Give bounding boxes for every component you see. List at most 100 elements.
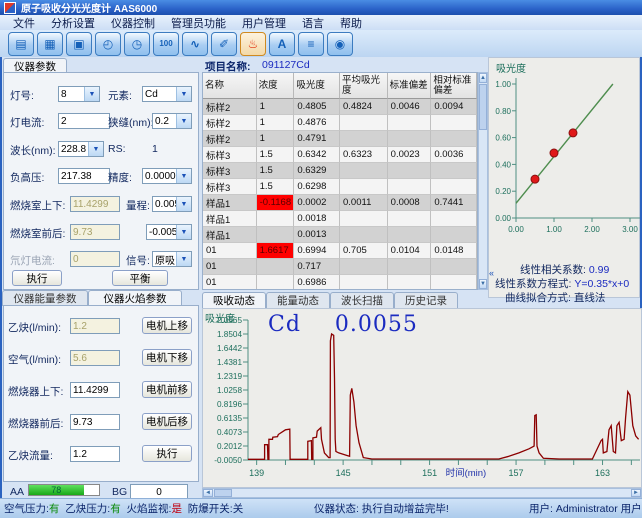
tab-能量动态[interactable]: 能量动态 — [266, 292, 330, 308]
scroll-down-icon[interactable]: ▼ — [479, 279, 487, 289]
open-folder-icon[interactable]: ▦ — [37, 32, 63, 56]
flame-row-button[interactable]: 电机后移 — [142, 413, 192, 430]
svg-text:3.00: 3.00 — [622, 225, 638, 234]
table-cell: 0.0008 — [388, 195, 432, 211]
scroll-left-icon[interactable]: ◄ — [203, 489, 213, 497]
table-scrollbar[interactable]: ▲ ▼ — [478, 72, 488, 290]
flame-row-button[interactable]: 电机下移 — [142, 349, 192, 366]
range-select[interactable]: 0.0050▼ — [152, 196, 192, 212]
fit-method-line: 曲线拟合方式: 直线法 — [505, 290, 642, 305]
chamber-ud-input — [70, 196, 120, 212]
tab-energy-params[interactable]: 仪器能量参数 — [2, 290, 88, 306]
burner-icon[interactable]: ≡ — [298, 32, 324, 56]
table-row[interactable]: 样品10.0013 — [203, 227, 477, 243]
table-cell — [388, 259, 432, 275]
flame-row-button[interactable]: 电机上移 — [142, 317, 192, 334]
signal-select[interactable]: 原吸▼ — [152, 251, 192, 267]
scroll-right-icon[interactable]: ► — [631, 489, 641, 497]
table-cell — [431, 179, 477, 195]
flame-icon[interactable]: ♨ — [240, 32, 266, 56]
chevron-down-icon: ▼ — [176, 169, 191, 183]
wavelength-select[interactable]: 228.8▼ — [58, 141, 104, 157]
scrollbar-thumb[interactable] — [214, 489, 232, 497]
table-row[interactable]: 010.6986 — [203, 275, 477, 290]
save-icon[interactable]: ▣ — [66, 32, 92, 56]
power-icon[interactable]: ◉ — [327, 32, 353, 56]
scrollbar-thumb[interactable] — [479, 84, 487, 130]
tab-flame-params[interactable]: 仪器火焰参数 — [88, 290, 182, 306]
table-row[interactable]: 样品1-0.11680.00020.00110.00080.7441 — [203, 195, 477, 211]
table-cell: 0.6323 — [340, 147, 388, 163]
table-cell: 1.6617 — [257, 243, 295, 259]
table-cell — [388, 163, 432, 179]
autozero-icon[interactable]: A — [269, 32, 295, 56]
energy-100-icon[interactable]: 100 — [153, 32, 179, 56]
table-row[interactable]: 标样210.4791 — [203, 131, 477, 147]
table-cell — [431, 115, 477, 131]
table-cell: 0.6298 — [294, 179, 340, 195]
table-cell: 0.0094 — [431, 99, 477, 115]
results-table[interactable]: 名称浓度吸光度平均吸光度标准偏差相对标准偏差标样210.48050.48240.… — [202, 72, 478, 290]
chamber-fb-label: 燃烧室前后: — [10, 226, 65, 241]
flame-row-button[interactable]: 执行 — [142, 445, 192, 462]
neg-hv-input[interactable] — [58, 168, 110, 184]
table-row[interactable]: 标样210.48050.48240.00460.0094 — [203, 99, 477, 115]
element-select[interactable]: Cd▼ — [142, 86, 192, 102]
table-cell — [257, 211, 295, 227]
gauge-energy-icon[interactable]: ◷ — [124, 32, 150, 56]
flame-row-input — [70, 318, 120, 334]
menu-item-2[interactable]: 仪器控制 — [104, 15, 162, 31]
table-cell: 0.717 — [294, 259, 340, 275]
balance-button[interactable]: 平衡 — [112, 270, 168, 286]
menu-item-4[interactable]: 用户管理 — [235, 15, 293, 31]
gauge-zero-icon[interactable]: ◴ — [95, 32, 121, 56]
flame-row-input[interactable] — [70, 446, 120, 462]
new-file-icon[interactable]: ▤ — [8, 32, 34, 56]
table-row[interactable]: 标样31.50.6329 — [203, 163, 477, 179]
menu-item-0[interactable]: 文件 — [6, 15, 42, 31]
absorbance-trace-chart: -0.00500.20120.40730.61350.81961.02581.2… — [202, 308, 642, 488]
tab-吸收动态[interactable]: 吸收动态 — [202, 292, 266, 308]
lamp-no-select[interactable]: 8▼ — [58, 86, 100, 102]
slit-select[interactable]: 0.2▼ — [152, 113, 192, 129]
lamp-current-input[interactable] — [58, 113, 110, 129]
scroll-up-icon[interactable]: ▲ — [479, 73, 487, 83]
table-row[interactable]: 010.717 — [203, 259, 477, 275]
table-row[interactable]: 011.66170.69940.7050.01040.0148 — [203, 243, 477, 259]
flame-row-button[interactable]: 电机前移 — [142, 381, 192, 398]
aa-energy-bar: 78 — [28, 484, 100, 496]
lamp-no-label: 灯号: — [10, 88, 34, 103]
table-row[interactable]: 标样210.4876 — [203, 115, 477, 131]
menu-item-3[interactable]: 管理员功能 — [164, 15, 233, 31]
menu-item-1[interactable]: 分析设置 — [44, 15, 102, 31]
table-cell: 标样3 — [203, 179, 257, 195]
collapse-panel-icon[interactable]: « — [489, 268, 494, 278]
table-row[interactable]: 标样31.50.6298 — [203, 179, 477, 195]
gauge-zero-icon-glyph: ◴ — [103, 38, 113, 50]
menu-item-6[interactable]: 帮助 — [333, 15, 369, 31]
lamp-align-icon[interactable]: ✐ — [211, 32, 237, 56]
chevron-down-icon: ▼ — [88, 142, 103, 156]
table-cell — [257, 259, 295, 275]
tab-波长扫描[interactable]: 波长扫描 — [330, 292, 394, 308]
table-cell — [431, 211, 477, 227]
lamp-align-icon-glyph: ✐ — [219, 38, 229, 50]
precision-select[interactable]: 0.0000▼ — [142, 168, 192, 184]
column-header: 平均吸光度 — [340, 73, 388, 99]
table-cell: 标样3 — [203, 147, 257, 163]
execute-button[interactable]: 执行 — [12, 270, 62, 286]
tab-历史记录[interactable]: 历史记录 — [394, 292, 458, 308]
table-cell: 0.6986 — [294, 275, 340, 290]
svg-text:0.20: 0.20 — [495, 187, 511, 196]
table-row[interactable]: 标样31.50.63420.63230.00230.0036 — [203, 147, 477, 163]
flame-row-input[interactable] — [70, 382, 120, 398]
chart-scrollbar[interactable]: ◄ ► — [202, 488, 642, 498]
flame-row-label: 空气(l/min): — [8, 352, 61, 367]
table-row[interactable]: 样品10.0018 — [203, 211, 477, 227]
peak-profile-icon[interactable]: ∿ — [182, 32, 208, 56]
column-header: 吸光度 — [294, 73, 340, 99]
flame-row-input[interactable] — [70, 414, 120, 430]
chevron-down-icon: ▼ — [84, 87, 99, 101]
range2-select[interactable]: -0.0050▼ — [146, 224, 192, 240]
menu-item-5[interactable]: 语言 — [295, 15, 331, 31]
